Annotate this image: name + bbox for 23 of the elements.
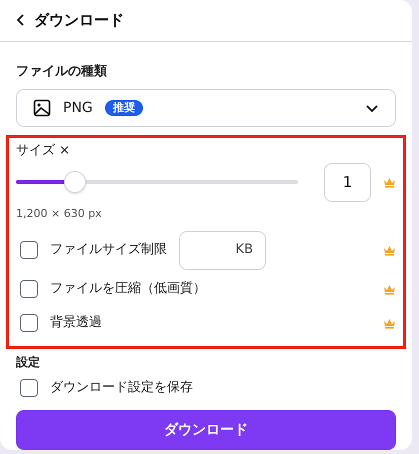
select-value: PNG	[63, 98, 93, 118]
image-icon	[33, 99, 51, 117]
section-label: 設定	[16, 354, 41, 371]
recommended-badge: 推奨	[104, 100, 143, 116]
option-label: ファイルを圧縮（低画質）	[50, 280, 206, 298]
dimensions-text: 1,200 × 630 px	[16, 206, 103, 222]
option-label: ファイルサイズ制限	[50, 241, 167, 260]
size-label: サイズ ×	[16, 142, 72, 160]
size-slider[interactable]	[16, 171, 298, 193]
back-icon[interactable]	[16, 13, 26, 28]
file-type-select[interactable]: PNG 推奨	[16, 89, 396, 127]
section-label: ファイルの種類	[16, 62, 108, 80]
checkbox[interactable]	[20, 241, 38, 259]
size-limit-field[interactable]: KB	[179, 230, 266, 270]
checkbox[interactable]	[20, 314, 38, 332]
chevron-down-icon	[365, 104, 379, 112]
option-label: 背景透過	[50, 314, 102, 332]
download-button[interactable]: ダウンロード	[16, 410, 396, 450]
panel-title: ダウンロード	[34, 10, 124, 31]
option-label: ダウンロード設定を保存	[50, 379, 193, 398]
checkbox[interactable]	[20, 379, 38, 397]
size-input[interactable]: 1	[324, 162, 371, 202]
checkbox[interactable]	[20, 280, 38, 298]
